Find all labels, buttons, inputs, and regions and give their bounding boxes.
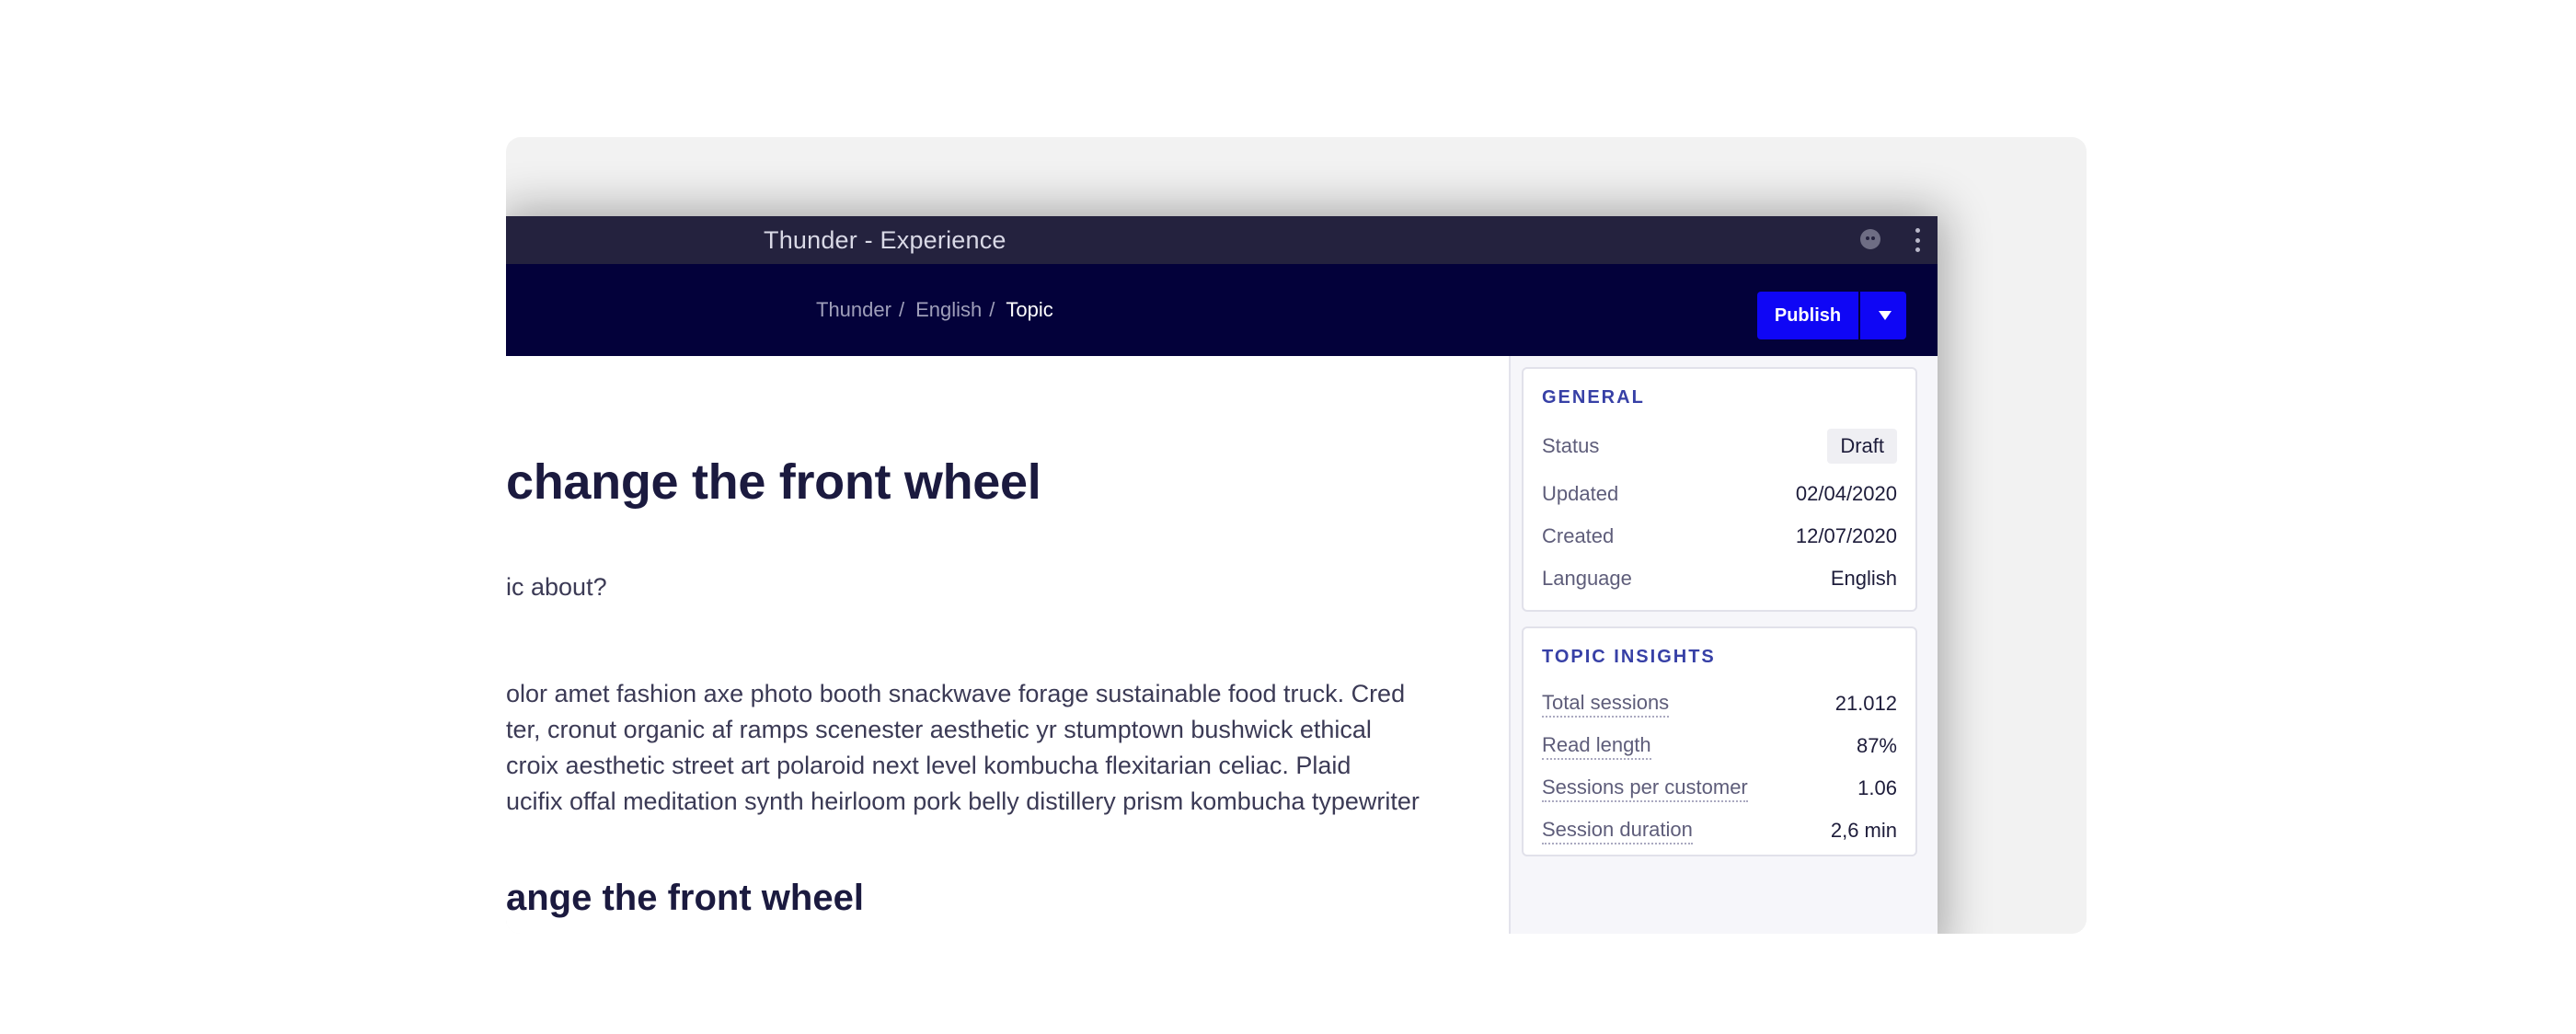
session-duration-row: Session duration 2,6 min [1542, 812, 1897, 849]
publish-button-group: Publish [1757, 292, 1906, 339]
paragraph-line: olor amet fashion axe photo booth snackw… [506, 680, 1406, 707]
status-row: Status Draft [1542, 428, 1897, 465]
article-heading[interactable]: change the front wheel [506, 454, 1041, 511]
sessions-per-customer-value: 1.06 [1857, 776, 1897, 799]
read-length-label[interactable]: Read length [1542, 732, 1651, 760]
publish-options-button[interactable] [1858, 292, 1906, 339]
details-sidebar: GENERAL Status Draft Updated 02/04/2020 … [1509, 356, 1938, 934]
total-sessions-label[interactable]: Total sessions [1542, 690, 1670, 718]
status-badge: Draft [1827, 429, 1897, 464]
paragraph-line: ucifix offal meditation synth heirloom p… [506, 787, 1420, 815]
session-duration-label[interactable]: Session duration [1542, 817, 1693, 844]
breadcrumb: Thunder / English / Topic [816, 264, 1053, 356]
article-editor[interactable]: change the front wheel ic about? olor am… [506, 356, 1509, 934]
emoji-icon[interactable] [1860, 229, 1880, 249]
updated-row: Updated 02/04/2020 [1542, 476, 1897, 512]
breadcrumb-separator: / [898, 298, 905, 321]
updated-label: Updated [1542, 482, 1619, 505]
window-title: Thunder - Experience [764, 226, 1006, 254]
nav-bar: Thunder / English / Topic Publish [506, 264, 1938, 356]
read-length-row: Read length 87% [1542, 728, 1897, 764]
paragraph-line: ter, cronut organic af ramps scenester a… [506, 716, 1372, 743]
article-question[interactable]: ic about? [506, 573, 607, 602]
created-value: 12/07/2020 [1795, 524, 1897, 547]
breadcrumb-item-english[interactable]: English [915, 264, 982, 356]
breadcrumb-separator: / [989, 298, 995, 321]
topic-insights-card: TOPIC INSIGHTS Total sessions 21.012 Rea… [1522, 626, 1917, 856]
breadcrumb-item-thunder[interactable]: Thunder [816, 264, 891, 356]
article-subheading[interactable]: ange the front wheel [506, 878, 864, 919]
language-row: Language English [1542, 560, 1897, 597]
total-sessions-row: Total sessions 21.012 [1542, 685, 1897, 722]
article-paragraph[interactable]: olor amet fashion axe photo booth snackw… [506, 676, 1420, 820]
total-sessions-value: 21.012 [1834, 692, 1897, 715]
read-length-value: 87% [1856, 734, 1897, 757]
publish-button[interactable]: Publish [1757, 292, 1858, 339]
breadcrumb-item-topic: Topic [1006, 298, 1053, 321]
general-title: GENERAL [1542, 387, 1645, 408]
session-duration-value: 2,6 min [1830, 819, 1897, 842]
sessions-per-customer-label[interactable]: Sessions per customer [1542, 775, 1748, 802]
updated-value: 02/04/2020 [1795, 482, 1897, 505]
created-row: Created 12/07/2020 [1542, 518, 1897, 555]
language-value: English [1830, 567, 1897, 590]
created-label: Created [1542, 524, 1615, 547]
app-window: Thunder - Experience Thunder / English /… [506, 216, 1938, 934]
general-card: GENERAL Status Draft Updated 02/04/2020 … [1522, 367, 1917, 612]
insights-title: TOPIC INSIGHTS [1542, 647, 1716, 667]
sessions-per-customer-row: Sessions per customer 1.06 [1542, 770, 1897, 807]
backdrop: Thunder - Experience Thunder / English /… [506, 137, 2087, 934]
paragraph-line: croix aesthetic street art polaroid next… [506, 752, 1351, 779]
more-vertical-icon[interactable] [1914, 228, 1921, 252]
language-label: Language [1542, 567, 1632, 590]
status-label: Status [1542, 434, 1600, 457]
title-bar: Thunder - Experience [506, 216, 1938, 264]
